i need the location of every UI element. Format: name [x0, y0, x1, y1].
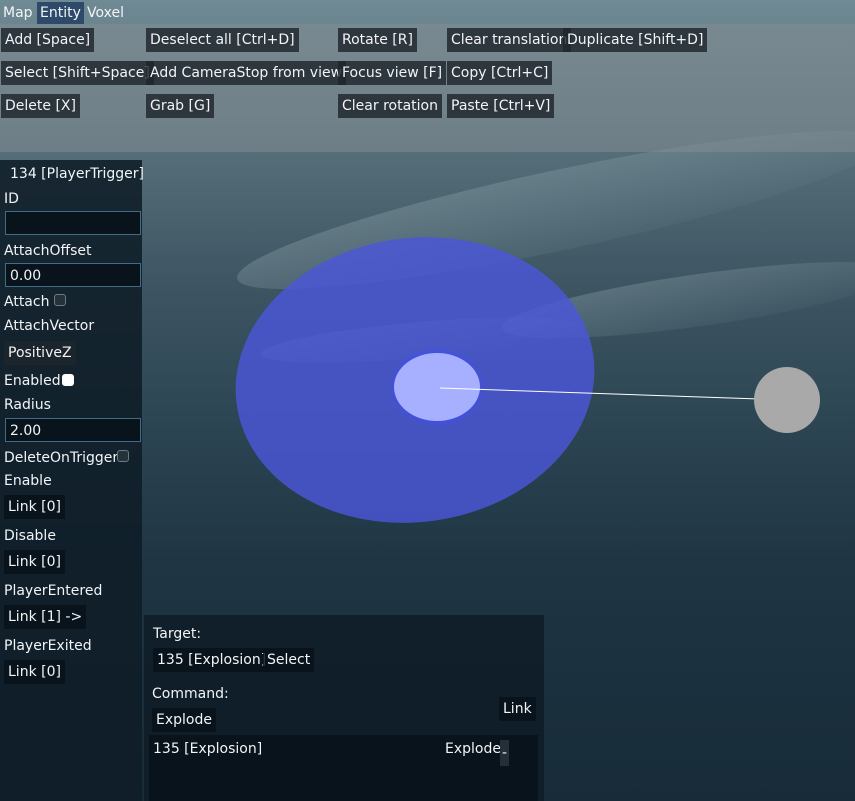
trigger-entity-marker[interactable]	[394, 353, 480, 421]
remove-link-button[interactable]: -	[500, 740, 510, 766]
focus-view-button[interactable]: Focus view [F]	[338, 61, 447, 85]
entity-title: 134 [PlayerTrigger]	[10, 166, 144, 182]
entity-toolbar: Add [Space] Select [Shift+Space] Delete …	[0, 24, 855, 152]
attach-offset-label: AttachOffset	[4, 243, 92, 259]
target-value[interactable]: 135 [Explosion]	[153, 648, 271, 672]
select-target-button[interactable]: Select	[263, 648, 315, 672]
id-label: ID	[4, 191, 19, 207]
copy-button[interactable]: Copy [Ctrl+C]	[447, 61, 553, 85]
attach-offset-field[interactable]: 0.00	[5, 263, 141, 287]
radius-field[interactable]: 2.00	[5, 418, 141, 442]
player-entered-link-button[interactable]: Link [1] ->	[4, 605, 87, 629]
link-row-target: 135 [Explosion]	[153, 741, 263, 757]
link-button[interactable]: Link	[499, 697, 536, 721]
command-label: Command:	[152, 686, 229, 702]
deselect-all-button[interactable]: Deselect all [Ctrl+D]	[146, 28, 299, 52]
clear-rotation-button[interactable]: Clear rotation	[338, 94, 442, 118]
add-button[interactable]: Add [Space]	[1, 28, 95, 52]
menu-map[interactable]: Map	[0, 2, 36, 24]
disable-label: Disable	[4, 528, 56, 544]
command-select[interactable]: Explode	[152, 708, 216, 732]
attach-label: Attach	[4, 294, 50, 310]
delete-button[interactable]: Delete [X]	[1, 94, 80, 118]
paste-button[interactable]: Paste [Ctrl+V]	[447, 94, 555, 118]
clear-translation-button[interactable]: Clear translation	[447, 28, 572, 52]
id-field[interactable]	[5, 211, 141, 235]
add-camera-stop-button[interactable]: Add CameraStop from view	[146, 61, 347, 85]
menu-entity[interactable]: Entity	[37, 2, 84, 24]
player-entered-label: PlayerEntered	[4, 583, 103, 599]
delete-on-trigger-label: DeleteOnTrigger	[4, 450, 119, 466]
enabled-checkbox[interactable]	[62, 374, 74, 386]
player-exited-label: PlayerExited	[4, 638, 92, 654]
properties-panel: 134 [PlayerTrigger] ID AttachOffset 0.00…	[0, 160, 144, 801]
link-row-command: Explode	[445, 741, 501, 757]
duplicate-button[interactable]: Duplicate [Shift+D]	[563, 28, 708, 52]
select-button[interactable]: Select [Shift+Space]	[1, 61, 154, 85]
link-editor-panel: Target: 135 [Explosion] Select Command: …	[144, 615, 544, 801]
enable-link-button[interactable]: Link [0]	[4, 495, 65, 519]
rotate-button[interactable]: Rotate [R]	[338, 28, 417, 52]
delete-on-trigger-checkbox[interactable]	[117, 450, 129, 462]
attach-vector-select[interactable]: PositiveZ	[4, 341, 76, 365]
enable-label: Enable	[4, 473, 52, 489]
menu-voxel[interactable]: Voxel	[84, 2, 127, 24]
radius-label: Radius	[4, 397, 51, 413]
grab-button[interactable]: Grab [G]	[146, 94, 215, 118]
disable-link-button[interactable]: Link [0]	[4, 550, 65, 574]
target-entity-marker[interactable]	[754, 367, 820, 433]
attach-checkbox[interactable]	[54, 294, 66, 306]
attach-vector-label: AttachVector	[4, 318, 95, 334]
enabled-label: Enabled	[4, 373, 61, 389]
link-list: 135 [Explosion] Explode -	[149, 735, 538, 801]
target-label: Target:	[153, 626, 202, 642]
player-exited-link-button[interactable]: Link [0]	[4, 660, 65, 684]
